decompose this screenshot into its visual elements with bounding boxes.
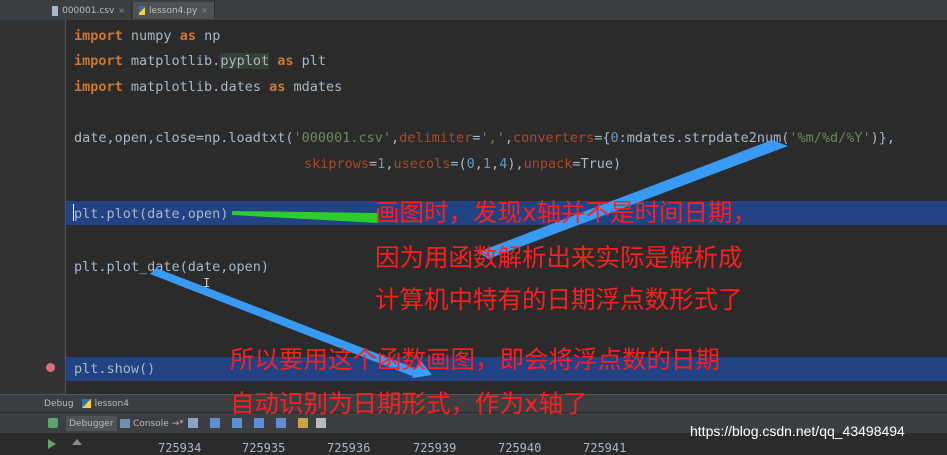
annotation-line: 计算机中特有的日期浮点数形式了 — [375, 285, 743, 314]
watermark: https://blog.csdn.net/qq_43498494 — [690, 423, 905, 439]
annotation-line: 画图时，发现x轴并不是时间日期， — [375, 198, 757, 227]
annotation-line: 因为用函数解析出来实际是解析成 — [375, 243, 743, 272]
green-arrow — [232, 211, 378, 223]
annotation-line: 自动识别为日期形式，作为x轴了 — [230, 389, 588, 418]
annotation-line: 所以要用这个函数画图，即会将浮点数的日期 — [230, 345, 720, 374]
